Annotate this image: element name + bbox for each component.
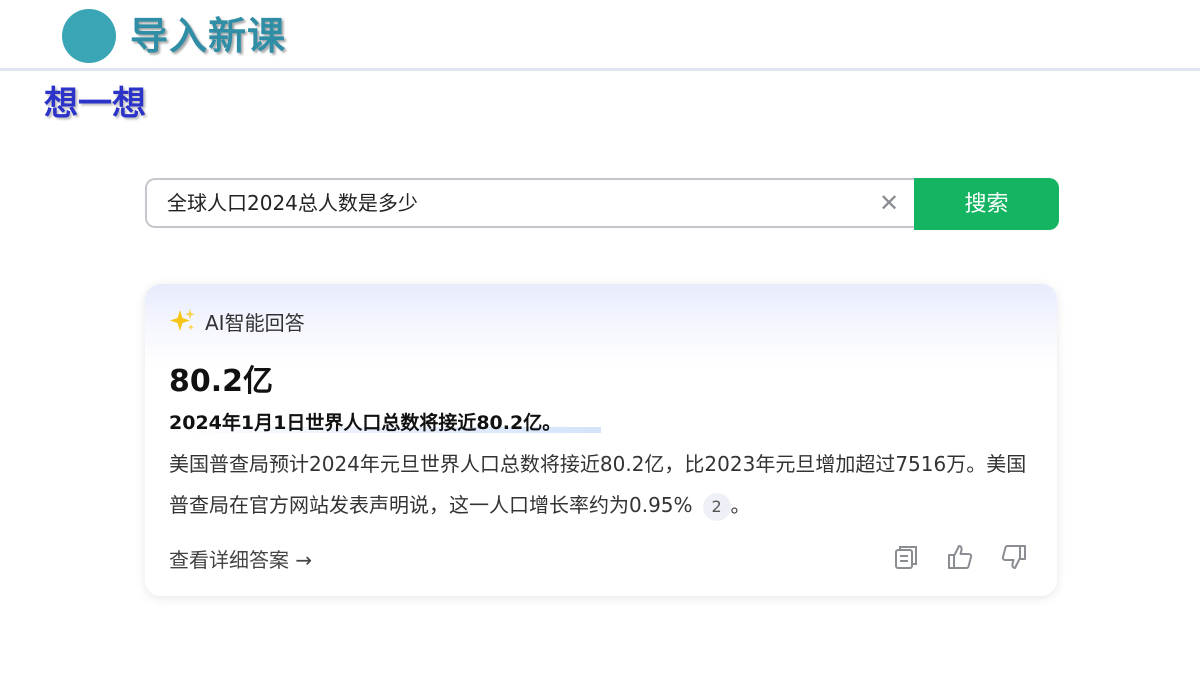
close-icon[interactable]: ✕ bbox=[877, 191, 901, 215]
ai-answer-badge: AI智能回答 bbox=[169, 306, 305, 336]
header-circle-decoration bbox=[62, 9, 116, 63]
citation-badge[interactable]: 2 bbox=[702, 492, 731, 521]
card-actions bbox=[891, 542, 1029, 572]
answer-summary: 2024年1月1日世界人口总数将接近80.2亿。 bbox=[169, 412, 562, 434]
search-button[interactable]: 搜索 bbox=[914, 178, 1059, 230]
header-divider bbox=[0, 68, 1200, 71]
search-query-text[interactable]: 全球人口2024总人数是多少 bbox=[167, 180, 418, 226]
view-details-link[interactable]: 查看详细答案 → bbox=[169, 544, 312, 573]
copy-icon[interactable] bbox=[891, 542, 921, 572]
answer-headline: 80.2亿 bbox=[169, 364, 274, 399]
section-title: 想一想 bbox=[44, 84, 146, 124]
thumbs-down-icon[interactable] bbox=[999, 542, 1029, 572]
search-input[interactable]: 全球人口2024总人数是多少 ✕ bbox=[145, 178, 915, 228]
page-title: 导入新课 bbox=[130, 14, 287, 58]
answer-body-end: 。 bbox=[730, 493, 751, 517]
answer-body: 美国普查局预计2024年元旦世界人口总数将接近80.2亿，比2023年元旦增加超… bbox=[169, 444, 1029, 526]
ai-answer-label: AI智能回答 bbox=[205, 310, 305, 335]
ai-answer-card: AI智能回答 80.2亿 2024年1月1日世界人口总数将接近80.2亿。 美国… bbox=[145, 284, 1057, 596]
sparkle-icon bbox=[170, 309, 195, 331]
thumbs-up-icon[interactable] bbox=[945, 542, 975, 572]
answer-body-text: 美国普查局预计2024年元旦世界人口总数将接近80.2亿，比2023年元旦增加超… bbox=[169, 452, 1027, 517]
